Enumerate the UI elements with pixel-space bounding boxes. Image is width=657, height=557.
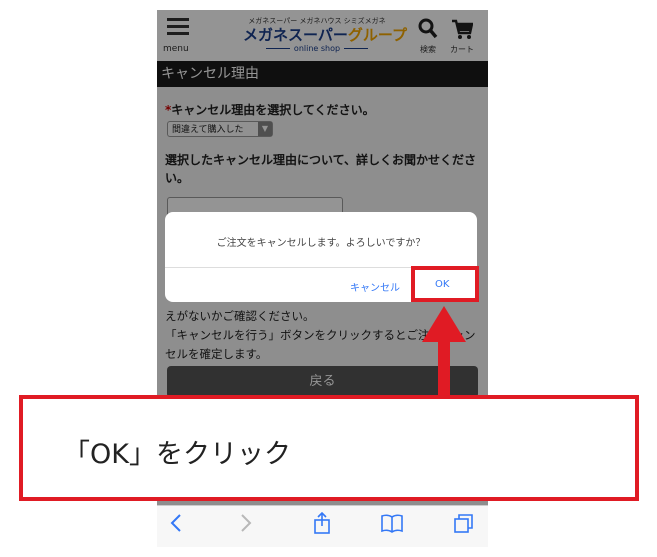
share-icon[interactable] [307,511,337,541]
back-icon[interactable] [161,512,191,540]
callout-text: 「OK」をクリック [63,439,291,470]
arrow-up-icon [422,306,466,342]
bookmarks-icon[interactable] [377,512,407,540]
ok-highlight-box [411,266,479,302]
tabs-icon[interactable] [449,512,479,541]
browser-toolbar [157,505,488,547]
arrow-shaft [438,340,450,396]
dialog-message: ご注文をキャンセルします。よろしいですか？ [216,238,426,249]
instruction-callout: 「OK」をクリック [19,395,639,501]
dialog-cancel-button[interactable]: キャンセル [350,279,400,294]
forward-icon[interactable] [231,512,261,540]
